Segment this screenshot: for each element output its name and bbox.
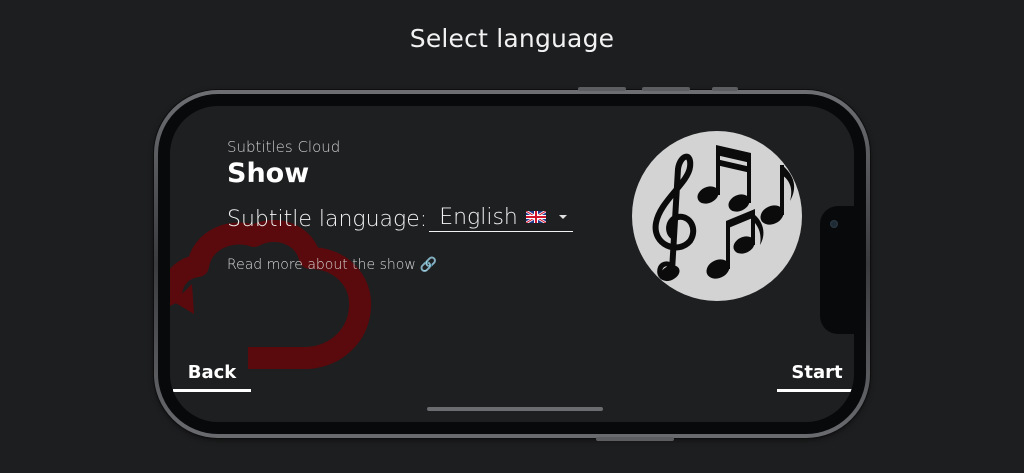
music-notes-icon — [652, 145, 795, 282]
subtitle-language-row: Subtitle language: English — [227, 202, 574, 232]
app-screen: Subtitles Cloud Show Subtitle language: … — [170, 106, 854, 422]
phone-power-button — [596, 437, 674, 441]
front-camera-icon — [830, 220, 838, 228]
show-title: Show — [227, 158, 310, 189]
chevron-down-icon — [559, 215, 568, 219]
back-button-label: Back — [187, 362, 237, 383]
page-heading: Select language — [409, 24, 615, 53]
uk-flag-icon — [525, 211, 546, 223]
start-button-label: Start — [791, 362, 843, 383]
show-artwork — [632, 131, 802, 301]
page: Select language Subtitles Cloud Show Sub… — [0, 0, 1024, 473]
read-more-label: Read more about the show — [227, 257, 416, 273]
start-button-underline — [777, 389, 854, 392]
back-button-underline — [173, 389, 251, 392]
subtitle-language-select[interactable]: English — [429, 203, 574, 232]
home-indicator[interactable] — [427, 407, 603, 411]
phone-mute-switch — [712, 87, 738, 91]
link-icon: 🔗 — [419, 257, 438, 273]
provider-name: Subtitles Cloud — [227, 138, 341, 156]
phone-volume-button — [642, 87, 690, 91]
start-button[interactable]: Start — [777, 362, 854, 392]
back-button[interactable]: Back — [173, 362, 251, 392]
read-more-link[interactable]: Read more about the show 🔗 — [227, 257, 437, 273]
subtitle-language-label: Subtitle language: — [227, 207, 428, 232]
phone-frame: Subtitles Cloud Show Subtitle language: … — [154, 87, 870, 441]
selected-language: English — [439, 204, 518, 230]
phone-notch — [820, 206, 854, 334]
phone-volume-button — [578, 87, 626, 91]
phone-bezel: Subtitles Cloud Show Subtitle language: … — [158, 94, 866, 434]
